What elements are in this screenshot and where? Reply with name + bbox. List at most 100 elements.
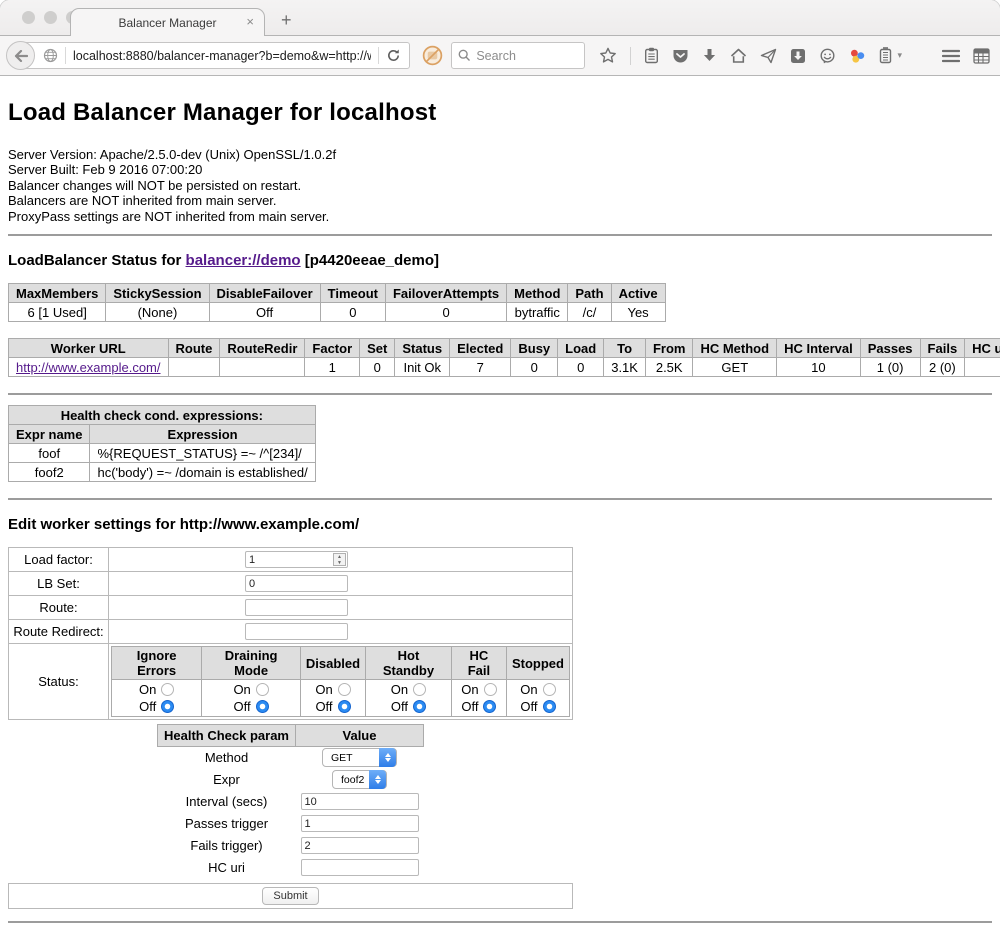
- status-cell: Ignore Errors Draining Mode Disabled Hot…: [109, 644, 573, 720]
- status-off-radio[interactable]: [543, 700, 556, 713]
- ignore-errors-cell: On Off: [112, 680, 202, 717]
- status-off-radio[interactable]: [483, 700, 496, 713]
- persist-notice-line: Balancer changes will NOT be persisted o…: [8, 178, 992, 193]
- method-select[interactable]: GET: [322, 748, 397, 767]
- url-text[interactable]: localhost:8880/balancer-manager?b=demo&w…: [73, 49, 371, 63]
- worker-url-link[interactable]: http://www.example.com/: [16, 360, 161, 375]
- status-off-radio[interactable]: [413, 700, 426, 713]
- download-icon[interactable]: [702, 48, 717, 64]
- tab-balancer-manager[interactable]: Balancer Manager ×: [70, 8, 265, 36]
- status-off-radio[interactable]: [161, 700, 174, 713]
- search-bar[interactable]: Search: [451, 42, 585, 69]
- form-row: Submit: [9, 883, 573, 908]
- colored-dots-icon[interactable]: [849, 48, 866, 64]
- column-header: HC Method: [693, 339, 777, 358]
- passes-input[interactable]: [301, 815, 419, 832]
- form-row: Health Check param Value Method GET Expr: [9, 720, 573, 884]
- menu-icon[interactable]: [942, 49, 960, 63]
- number-spinner-icon[interactable]: ▲▼: [333, 553, 346, 566]
- load-cell: 0: [558, 358, 604, 377]
- maxmembers-cell: 6 [1 Used]: [9, 303, 106, 322]
- status-on-radio[interactable]: [413, 683, 426, 696]
- dropdown-caret-icon[interactable]: ▾: [897, 50, 902, 61]
- heading-prefix: LoadBalancer Status for: [8, 252, 186, 269]
- route-label: Route:: [9, 596, 109, 620]
- route-cell: [109, 596, 573, 620]
- column-header: RouteRedir: [220, 339, 305, 358]
- status-on-radio[interactable]: [256, 683, 269, 696]
- route-redirect-label: Route Redirect:: [9, 620, 109, 644]
- container-icon[interactable]: [879, 47, 892, 64]
- fails-input[interactable]: [301, 837, 419, 854]
- reload-icon[interactable]: [386, 48, 401, 63]
- status-off-radio[interactable]: [256, 700, 269, 713]
- off-label: Off: [391, 699, 408, 714]
- column-header: HC uri: [965, 339, 1000, 358]
- health-check-cell: Health Check param Value Method GET Expr: [9, 720, 573, 884]
- tab-title: Balancer Manager: [118, 16, 216, 30]
- expr-name-cell: foof: [9, 444, 90, 463]
- hc-uri-input[interactable]: [301, 859, 419, 876]
- close-window-button[interactable]: [22, 11, 35, 24]
- chat-smiley-icon[interactable]: [819, 48, 836, 64]
- tab-close-icon[interactable]: ×: [246, 14, 254, 29]
- minimize-window-button[interactable]: [44, 11, 57, 24]
- block-icon[interactable]: [422, 45, 443, 66]
- form-row: Load factor: ▲▼: [9, 548, 573, 572]
- worker-table: Worker URL Route RouteRedir Factor Set S…: [8, 338, 1000, 377]
- table-header-row: Expr name Expression: [9, 425, 316, 444]
- fails-cell: 2 (0): [920, 358, 965, 377]
- back-button[interactable]: [6, 41, 35, 70]
- on-label: On: [461, 682, 478, 697]
- heading-suffix: [p4420eeae_demo]: [301, 252, 439, 269]
- form-row: Passes trigger: [158, 813, 424, 835]
- send-icon[interactable]: [760, 48, 777, 64]
- column-header: Value: [296, 725, 424, 747]
- load-factor-cell: ▲▼: [109, 548, 573, 572]
- new-tab-button[interactable]: +: [281, 10, 292, 31]
- off-label: Off: [461, 699, 478, 714]
- form-row: Route:: [9, 596, 573, 620]
- navigation-toolbar: localhost:8880/balancer-manager?b=demo&w…: [0, 36, 1000, 76]
- loadbalancer-status-heading: LoadBalancer Status for balancer://demo …: [8, 252, 992, 269]
- table-title: Health check cond. expressions:: [9, 406, 316, 425]
- column-header: Expression: [90, 425, 315, 444]
- hc-fail-cell: On Off: [451, 680, 506, 717]
- status-on-radio[interactable]: [484, 683, 497, 696]
- hc-method-cell: GET: [693, 358, 777, 377]
- select-stepper-icon: [379, 748, 396, 767]
- form-row: Status: Ignore Errors Draining Mode Disa…: [9, 644, 573, 720]
- column-header: HC Interval: [777, 339, 861, 358]
- status-on-radio[interactable]: [161, 683, 174, 696]
- clipboard-icon[interactable]: [644, 47, 659, 64]
- grid-icon[interactable]: [973, 48, 990, 64]
- lb-set-input[interactable]: [245, 575, 348, 592]
- interval-input[interactable]: [301, 793, 419, 810]
- column-header: Elected: [450, 339, 511, 358]
- method-cell: bytraffic: [507, 303, 568, 322]
- route-redirect-cell: [109, 620, 573, 644]
- status-on-radio[interactable]: [338, 683, 351, 696]
- column-header: Factor: [305, 339, 360, 358]
- form-row: HC uri: [158, 857, 424, 879]
- bookmark-star-icon[interactable]: [599, 47, 617, 64]
- status-off-radio[interactable]: [338, 700, 351, 713]
- table-header-row: Ignore Errors Draining Mode Disabled Hot…: [112, 647, 570, 680]
- expr-select[interactable]: foof2: [332, 770, 387, 789]
- url-bar[interactable]: localhost:8880/balancer-manager?b=demo&w…: [20, 42, 410, 69]
- pocket-icon[interactable]: [672, 48, 689, 64]
- form-row: LB Set:: [9, 572, 573, 596]
- balancer-demo-link[interactable]: balancer://demo: [186, 252, 301, 269]
- worker-url-cell: http://www.example.com/: [9, 358, 169, 377]
- stickysession-cell: (None): [106, 303, 209, 322]
- edit-worker-form: Load factor: ▲▼ LB Set: Route: Route Red…: [8, 547, 573, 909]
- status-on-radio[interactable]: [543, 683, 556, 696]
- column-header: Disabled: [300, 647, 365, 680]
- route-input[interactable]: [245, 599, 348, 616]
- extension-download-icon[interactable]: [790, 48, 806, 64]
- toolbar-separator: [630, 47, 631, 65]
- home-icon[interactable]: [730, 48, 747, 64]
- submit-button[interactable]: Submit: [262, 887, 318, 905]
- divider: [8, 393, 992, 395]
- route-redirect-input[interactable]: [245, 623, 348, 640]
